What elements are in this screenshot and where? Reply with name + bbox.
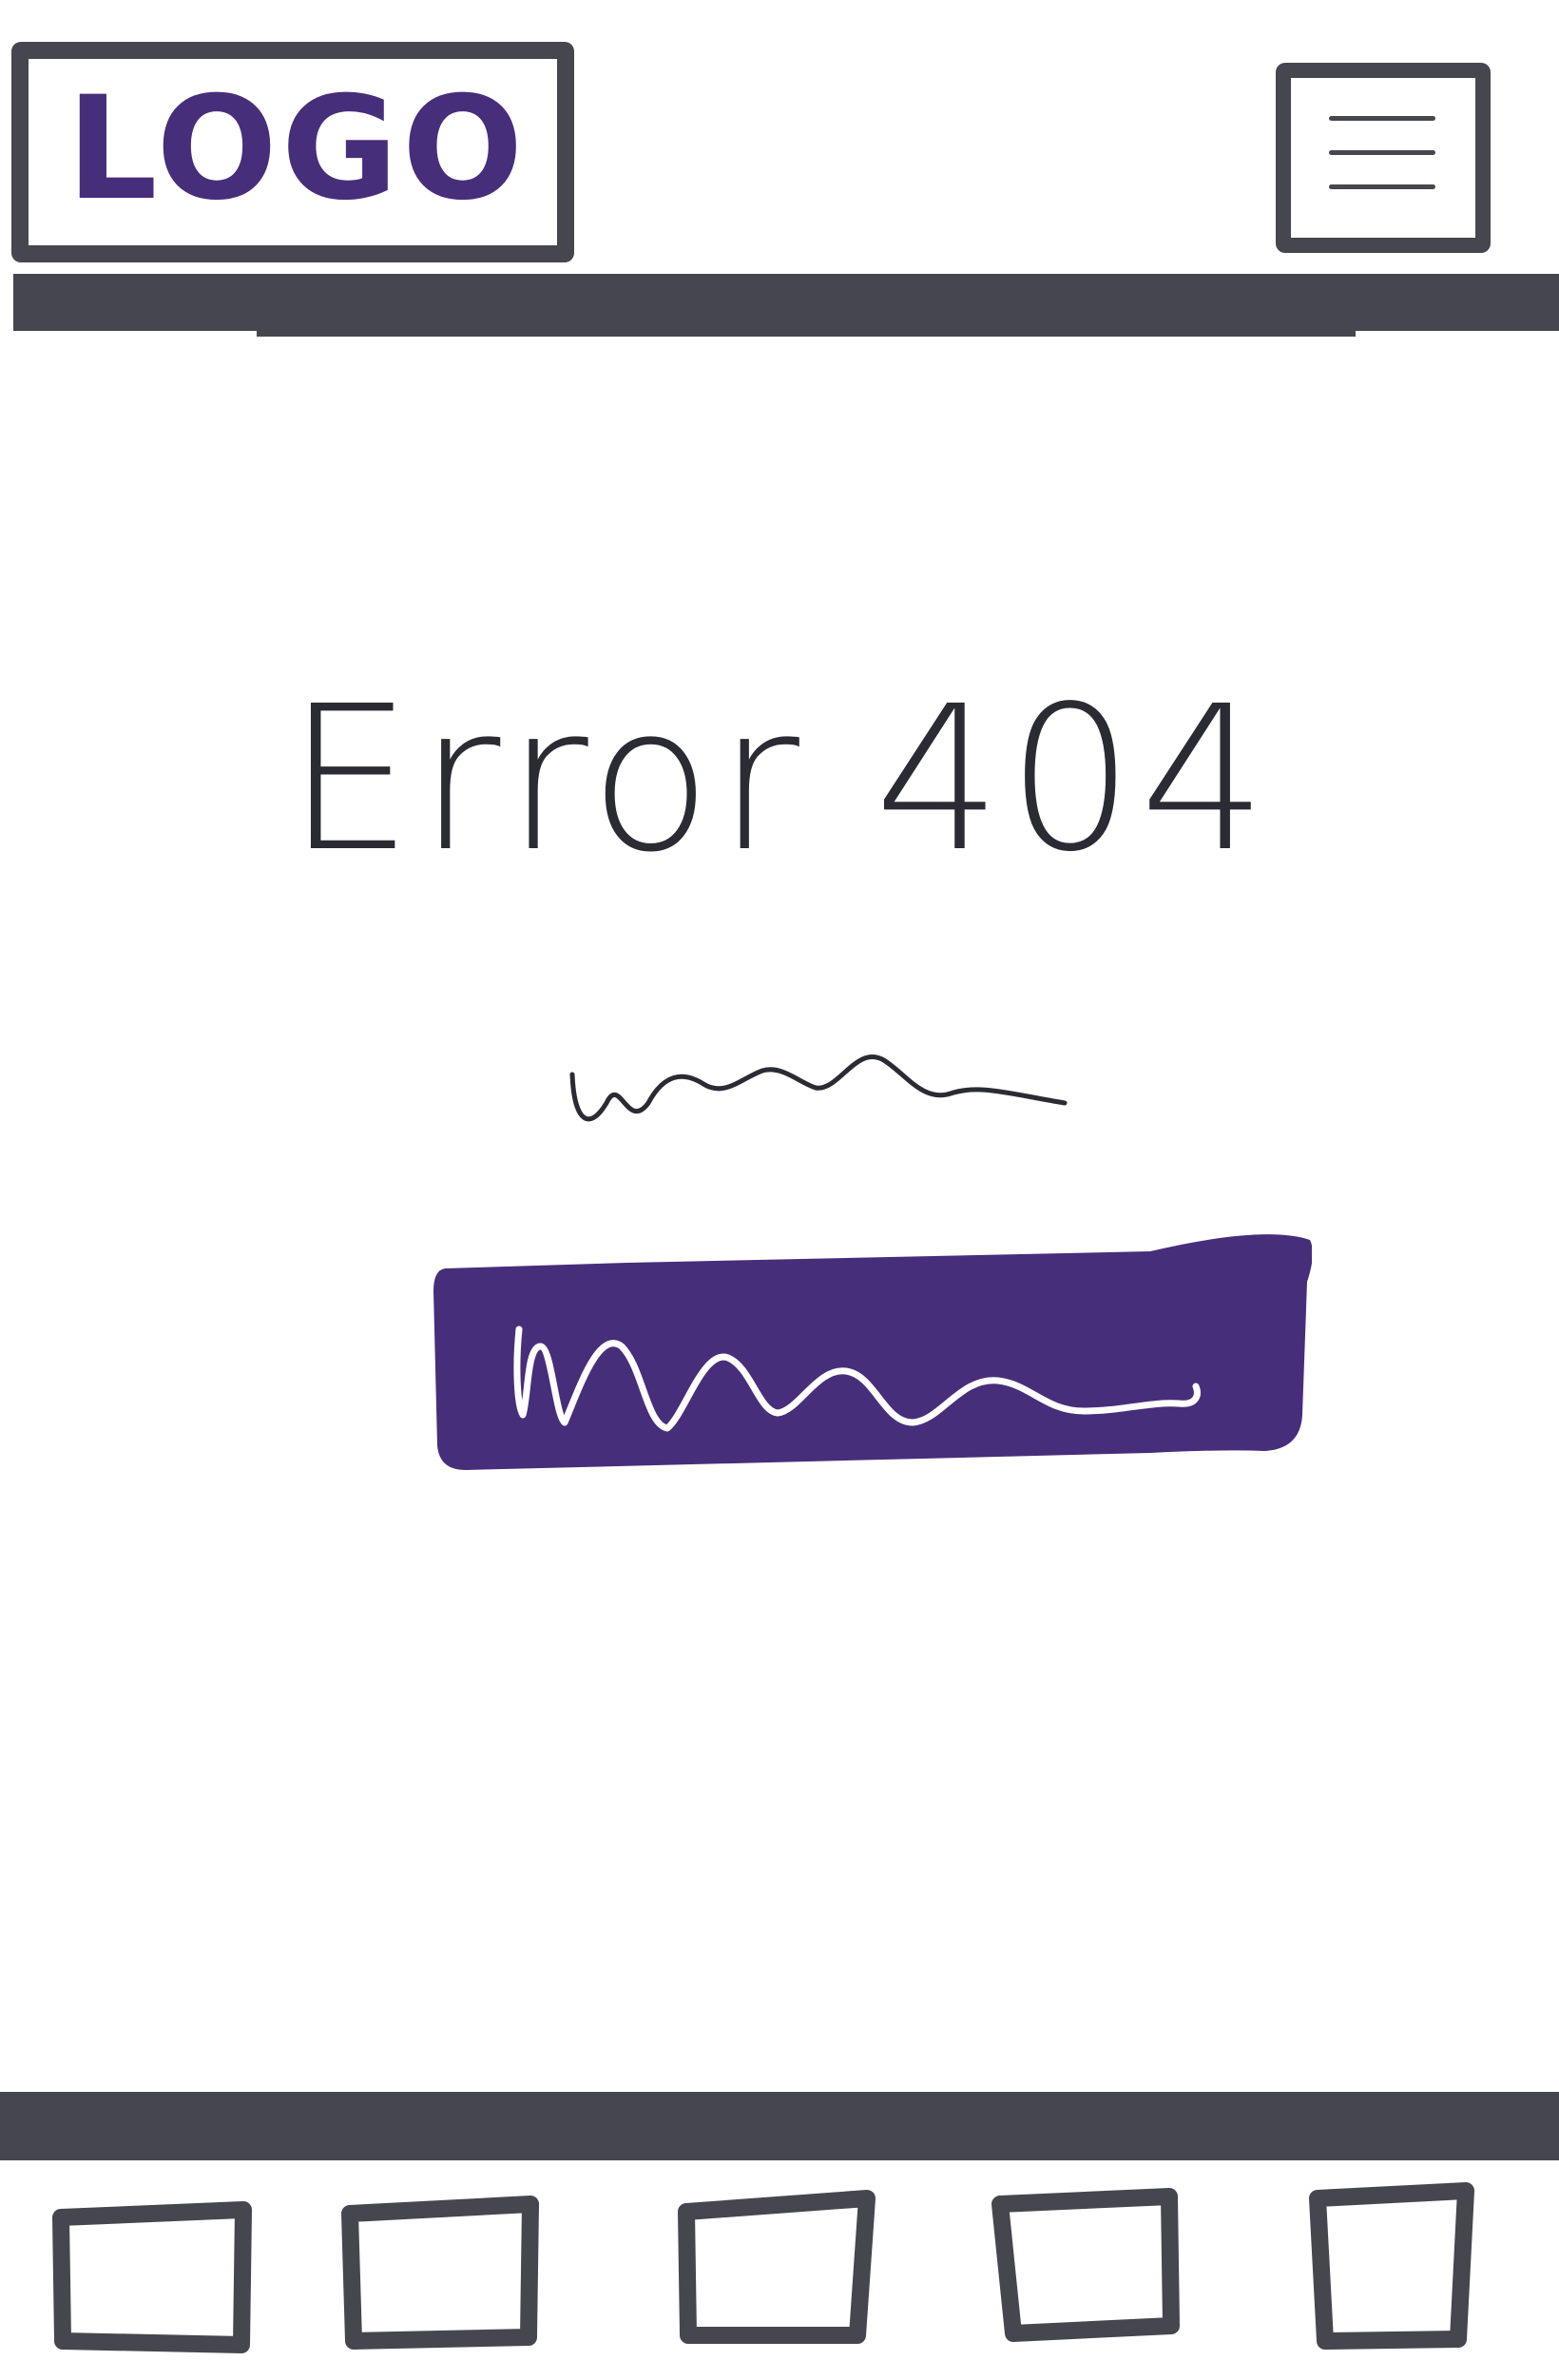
error-description-placeholder bbox=[569, 1055, 1068, 1122]
footer-item-3[interactable] bbox=[671, 2177, 882, 2358]
header-divider-shadow bbox=[257, 323, 1356, 337]
logo-text: LOGO bbox=[67, 67, 528, 232]
menu-line-icon bbox=[1329, 150, 1435, 155]
footer-item-1[interactable] bbox=[48, 2177, 259, 2358]
menu-line-icon bbox=[1329, 116, 1435, 121]
header-divider bbox=[13, 274, 1559, 331]
cta-button[interactable] bbox=[428, 1225, 1312, 1477]
footer-item-4[interactable] bbox=[985, 2177, 1184, 2358]
footer-divider bbox=[0, 2092, 1559, 2160]
footer-item-5[interactable] bbox=[1302, 2177, 1479, 2358]
menu-line-icon bbox=[1329, 184, 1435, 189]
logo[interactable]: LOGO bbox=[11, 42, 574, 262]
hamburger-menu-button[interactable] bbox=[1276, 63, 1491, 253]
footer-item-2[interactable] bbox=[335, 2177, 546, 2358]
error-title: Error 404 bbox=[286, 663, 1273, 896]
